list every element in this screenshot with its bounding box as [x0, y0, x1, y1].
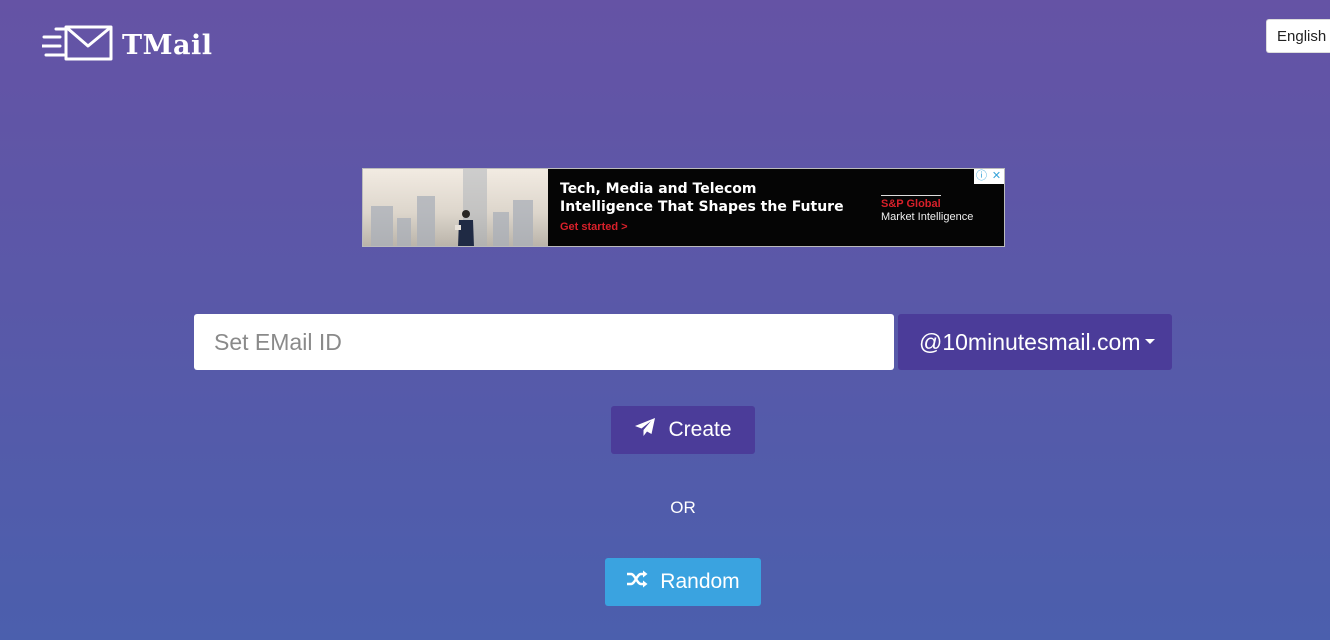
random-label: Random — [660, 570, 740, 593]
shuffle-icon — [626, 570, 648, 594]
or-separator: OR — [670, 498, 696, 517]
language-selector[interactable]: English — [1266, 19, 1330, 53]
create-label: Create — [668, 418, 732, 441]
close-icon[interactable]: ✕ — [989, 169, 1004, 184]
ad-cta-link[interactable]: Get started > — [560, 221, 628, 233]
paper-plane-icon — [634, 417, 656, 443]
ad-choices[interactable]: ⓘ ✕ — [974, 169, 1004, 184]
create-button[interactable]: Create — [611, 406, 755, 454]
caret-down-icon — [1145, 339, 1155, 344]
domain-selected-value: @10minutesmail.com — [919, 328, 1141, 355]
ad-brand: S&P Global Market Intelligence — [881, 195, 973, 224]
envelope-speed-icon — [40, 24, 114, 67]
random-button[interactable]: Random — [605, 558, 761, 606]
advertisement-banner[interactable]: Tech, Media and Telecom Intelligence Tha… — [362, 168, 1005, 247]
ad-image — [363, 169, 548, 246]
email-id-input[interactable] — [194, 314, 894, 370]
brand-name: TMail — [122, 30, 213, 61]
tmail-logo[interactable]: TMail — [40, 24, 213, 67]
domain-dropdown[interactable]: @10minutesmail.com — [898, 314, 1172, 370]
info-icon[interactable]: ⓘ — [974, 169, 989, 184]
ad-headline: Tech, Media and Telecom Intelligence Tha… — [560, 181, 844, 215]
